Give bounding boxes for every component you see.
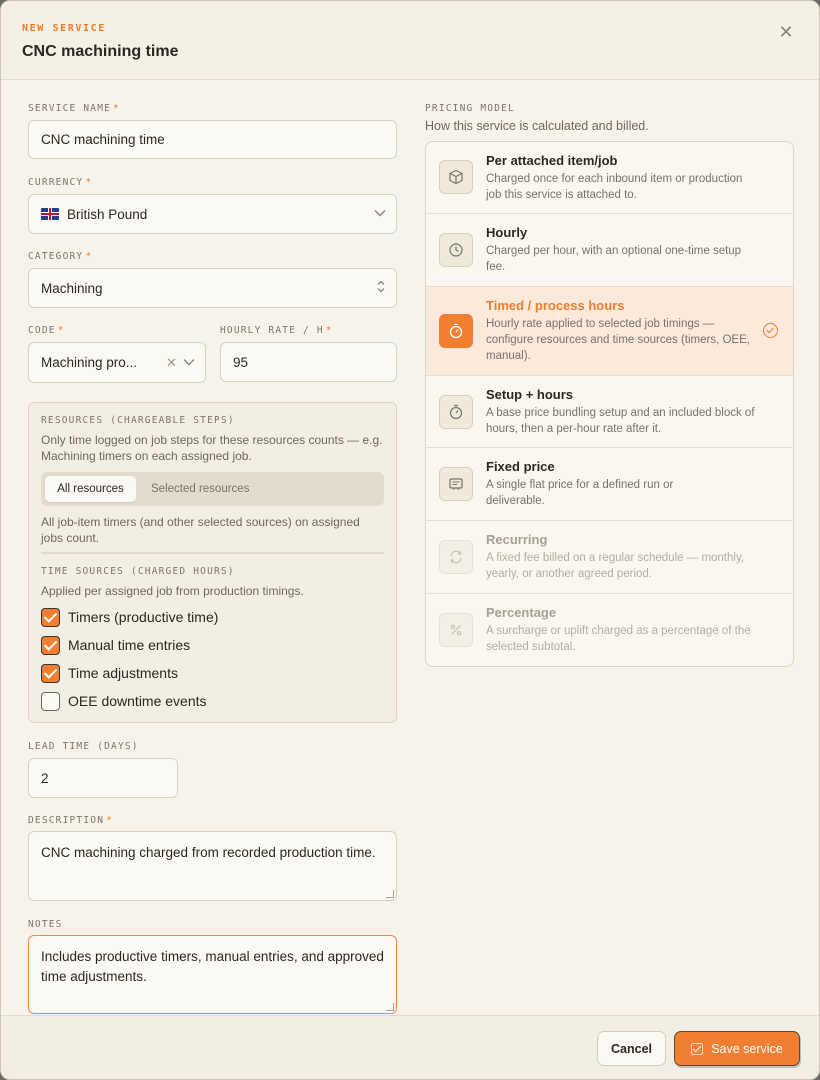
check-icon: [691, 1042, 704, 1055]
resize-handle[interactable]: [386, 890, 394, 898]
refresh-icon: [439, 540, 473, 574]
description-textarea[interactable]: CNC machining charged from recorded prod…: [28, 831, 397, 901]
checkbox-label: Time adjustments: [68, 665, 178, 681]
divider: [41, 552, 384, 554]
dialog-title: CNC machining time: [22, 43, 179, 60]
description-label: DESCRIPTION *: [28, 815, 114, 826]
checkbox-time-adjustments[interactable]: [41, 664, 60, 683]
code-label: CODE *: [28, 325, 65, 336]
category-label: CATEGORY *: [28, 251, 93, 262]
pricing-option-fixed-price[interactable]: Fixed price A single flat price for a de…: [426, 448, 793, 521]
pricing-option-desc: A base price bundling setup and an inclu…: [486, 407, 755, 435]
checkbox-timers[interactable]: [41, 608, 60, 627]
stopwatch-icon: [439, 314, 473, 348]
resources-segmented-control: All resources Selected resources: [41, 472, 384, 506]
selected-check-icon: [763, 323, 778, 338]
dialog-eyebrow: NEW SERVICE: [22, 23, 106, 34]
hourly-rate-input[interactable]: 95: [220, 342, 397, 382]
updown-chevron-icon: [376, 280, 386, 297]
pricing-option-timed-process-hours[interactable]: Timed / process hours Hourly rate applie…: [426, 287, 793, 376]
pricing-option-per-item[interactable]: Per attached item/job Charged once for e…: [426, 142, 793, 214]
cancel-button[interactable]: Cancel: [597, 1031, 666, 1066]
pricing-model-list: Per attached item/job Charged once for e…: [425, 141, 794, 667]
pricing-option-title: Hourly: [486, 225, 528, 240]
currency-select[interactable]: British Pound: [28, 194, 397, 234]
checkbox-label: Manual time entries: [68, 637, 191, 653]
segment-all-resources[interactable]: All resources: [45, 476, 136, 502]
hourly-rate-label: HOURLY RATE / H *: [220, 325, 333, 336]
resources-note: All job-item timers (and other selected …: [41, 515, 360, 545]
save-service-button[interactable]: Save service: [674, 1031, 800, 1066]
notes-label: NOTES: [28, 919, 63, 930]
pricing-option-setup-hours[interactable]: Setup + hours A base price bundling setu…: [426, 376, 793, 448]
checkbox-label: Timers (productive time): [68, 609, 219, 625]
pricing-option-desc: A single flat price for a defined run or…: [486, 479, 674, 507]
clock-icon: [439, 233, 473, 267]
dialog-header: NEW SERVICE CNC machining time ✕: [1, 1, 819, 80]
checkbox-oee-downtime[interactable]: [41, 692, 60, 711]
notes-textarea[interactable]: Includes productive timers, manual entri…: [28, 935, 397, 1014]
time-sources-description: Applied per assigned job from production…: [41, 584, 304, 598]
resources-panel: RESOURCES (CHARGEABLE STEPS) Only time l…: [28, 402, 397, 723]
checkbox-manual-entries[interactable]: [41, 636, 60, 655]
checkbox-label: OEE downtime events: [68, 693, 207, 709]
pricing-model-subtitle: How this service is calculated and bille…: [425, 119, 649, 133]
pricing-option-title: Setup + hours: [486, 387, 574, 402]
percent-icon: [439, 613, 473, 647]
pricing-option-recurring: Recurring A fixed fee billed on a regula…: [426, 521, 793, 594]
box-icon: [439, 160, 473, 194]
pricing-option-title: Per attached item/job: [486, 153, 618, 168]
resources-description: Only time logged on job steps for these …: [41, 433, 383, 463]
segment-selected-resources[interactable]: Selected resources: [151, 476, 249, 502]
lead-time-input[interactable]: 2: [28, 758, 178, 798]
service-name-label: SERVICE NAME *: [28, 103, 120, 114]
save-service-label: Save service: [711, 1041, 783, 1056]
pricing-option-title: Fixed price: [486, 459, 555, 474]
pricing-option-title: Timed / process hours: [486, 298, 625, 313]
lead-time-label: LEAD TIME (DAYS): [28, 741, 139, 752]
pricing-option-hourly[interactable]: Hourly Charged per hour, with an optiona…: [426, 214, 793, 287]
service-name-input[interactable]: CNC machining time: [28, 120, 397, 159]
category-select[interactable]: Machining: [28, 268, 397, 308]
resize-handle[interactable]: [386, 1003, 394, 1011]
timer-icon: [439, 395, 473, 429]
clear-icon[interactable]: ✕: [166, 355, 177, 371]
chevron-down-icon: [374, 208, 386, 220]
pricing-option-desc: A surcharge or uplift charged as a perce…: [486, 625, 751, 653]
pricing-option-desc: A fixed fee billed on a regular schedule…: [486, 552, 745, 580]
time-sources-label: TIME SOURCES (CHARGED HOURS): [41, 566, 235, 577]
pricing-option-desc: Charged per hour, with an optional one-t…: [486, 245, 742, 273]
dialog-footer: Cancel Save service: [1, 1015, 819, 1079]
pricing-option-title: Percentage: [486, 605, 557, 620]
code-select[interactable]: Machining pro... ✕: [28, 342, 206, 383]
receipt-icon: [439, 467, 473, 501]
resources-label: RESOURCES (CHARGEABLE STEPS): [41, 415, 235, 426]
close-icon[interactable]: ✕: [775, 21, 797, 43]
pricing-option-desc: Charged once for each inbound item or pr…: [486, 173, 743, 201]
new-service-dialog: NEW SERVICE CNC machining time ✕ SERVICE…: [0, 0, 820, 1080]
uk-flag-icon: [41, 208, 59, 220]
pricing-option-desc: Hourly rate applied to selected job timi…: [486, 318, 750, 362]
pricing-model-label: PRICING MODEL: [425, 103, 515, 114]
pricing-option-title: Recurring: [486, 532, 548, 547]
pricing-option-percentage: Percentage A surcharge or uplift charged…: [426, 594, 793, 666]
currency-label: CURRENCY *: [28, 177, 93, 188]
chevron-down-icon: [183, 357, 195, 369]
